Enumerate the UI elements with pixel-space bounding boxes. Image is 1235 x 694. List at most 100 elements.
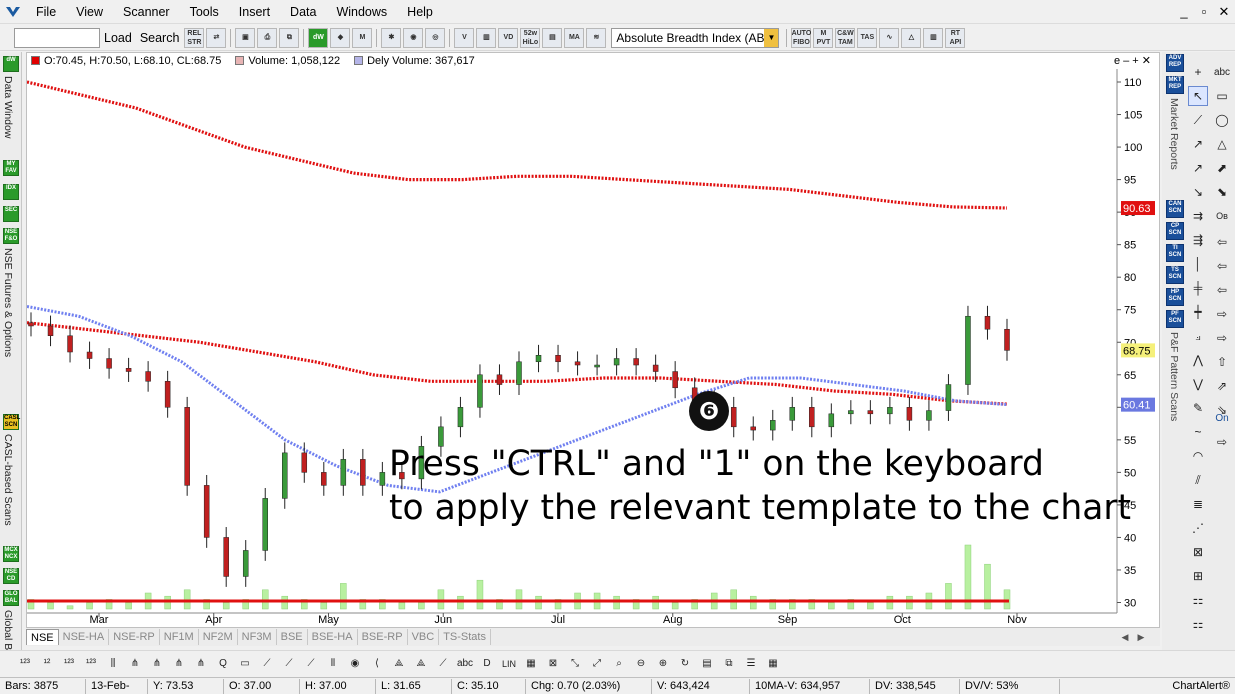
arc-tool-icon[interactable]: ⟨ — [367, 655, 387, 673]
price-chart[interactable]: 3035404550556065707580859095100105110Mar… — [27, 53, 1161, 629]
measure-icon[interactable]: ┿ — [1188, 302, 1208, 322]
rail-dw-button[interactable]: dW — [3, 56, 19, 72]
pf-scn-button[interactable]: PF SCN — [1166, 310, 1184, 328]
diamond-icon[interactable]: ◆ — [330, 27, 351, 48]
bars-color-icon[interactable]: ▥ — [923, 27, 944, 48]
zoom-in-icon[interactable]: ⊕ — [653, 655, 673, 673]
on-toggle[interactable]: On — [1212, 408, 1232, 428]
rail-myfav-button[interactable]: MY FAV — [3, 160, 19, 176]
fibo-2-icon[interactable]: ⟋ — [279, 655, 299, 673]
wave-tool-icon[interactable]: ~ — [1188, 422, 1208, 442]
tab-bse-rp[interactable]: BSE-RP — [358, 629, 408, 645]
global-tab[interactable]: Global B — [2, 610, 14, 650]
tab-bse-ha[interactable]: BSE-HA — [308, 629, 358, 645]
rail-sec-button[interactable]: SEC — [3, 206, 19, 222]
target-icon[interactable]: ◎ — [425, 27, 446, 48]
chart-panel[interactable]: 3035404550556065707580859095100105110Mar… — [26, 52, 1160, 628]
rectangle-icon[interactable]: ▭ — [1212, 86, 1232, 106]
triangle-icon[interactable]: △ — [1212, 134, 1232, 154]
rail-global-button[interactable]: GLO BAL — [3, 590, 19, 606]
arrow-diag-icon[interactable]: ⇗ — [1212, 376, 1232, 396]
menu-scanner[interactable]: Scanner — [113, 0, 180, 24]
ti-scn-button[interactable]: TI SCN — [1166, 244, 1184, 262]
save-icon[interactable]: ▣ — [235, 27, 256, 48]
arrow-up-tool-icon[interactable]: ⇧ — [1212, 352, 1232, 372]
rail-idx-button[interactable]: IDX — [3, 184, 19, 200]
market-reports-tab[interactable]: Market Reports — [1168, 98, 1180, 170]
grid-x-icon[interactable]: ⊠ — [1188, 542, 1208, 562]
bar-chart-icon[interactable]: ▥ — [476, 27, 497, 48]
chart-window-buttons[interactable]: e – + ✕ — [1114, 54, 1151, 67]
ma-button[interactable]: MA — [564, 27, 585, 48]
template-icon[interactable]: ▦ — [763, 655, 783, 673]
rail-casl-button[interactable]: CASL SCN — [3, 414, 20, 430]
menu-file[interactable]: File — [26, 0, 66, 24]
app-logo-icon[interactable] — [0, 0, 26, 24]
chart-mode-icon[interactable]: ⇄ — [206, 27, 227, 48]
fibo-grid-2-icon[interactable]: ⚏ — [1188, 614, 1208, 634]
chevron-down-icon[interactable]: ▼ — [764, 28, 779, 47]
numbers-4-icon[interactable]: ¹²³ — [81, 655, 101, 673]
fibo-grid-icon[interactable]: ⚏ — [1188, 590, 1208, 610]
tab-nse-rp[interactable]: NSE-RP — [109, 629, 160, 645]
fibo-3-icon[interactable]: ⟋ — [301, 655, 321, 673]
symbol-input[interactable] — [14, 27, 100, 48]
menu-view[interactable]: View — [66, 0, 113, 24]
tab-ts-stats[interactable]: TS-Stats — [439, 629, 491, 645]
tab-nf1m[interactable]: NF1M — [160, 629, 199, 645]
diag-icon[interactable]: ⤡ — [565, 655, 585, 673]
tas-button[interactable]: TAS — [857, 27, 878, 48]
grid-tool-icon[interactable]: ▦ — [521, 655, 541, 673]
cw-tam-button[interactable]: C&W TAM — [835, 27, 856, 48]
wave-count-icon[interactable]: Ов — [1212, 206, 1232, 226]
extend-sl-icon[interactable]: ↘ — [1188, 182, 1208, 202]
zoom-icon[interactable]: ⌕ — [609, 655, 629, 673]
triangle-2-icon[interactable]: ⟁ — [411, 655, 431, 673]
load-button[interactable]: Load — [100, 31, 136, 45]
arrow-right-2-icon[interactable]: ⇨ — [1212, 328, 1232, 348]
trend-icon[interactable]: ⟋ — [433, 655, 453, 673]
notes-icon[interactable]: ▤ — [697, 655, 717, 673]
q-icon[interactable]: Q — [213, 655, 233, 673]
cross-icon[interactable]: ⊠ — [543, 655, 563, 673]
close-button[interactable]: ✕ — [1216, 4, 1232, 20]
crosshair-icon[interactable]: + — [1188, 62, 1208, 82]
mkt-rep-button[interactable]: MKT REP — [1166, 76, 1184, 94]
arrow-right-icon[interactable]: ⇨ — [1212, 304, 1232, 324]
can-scn-button[interactable]: CAN SCN — [1166, 200, 1184, 218]
chevron-right-icon[interactable]: ▶ — [1134, 630, 1148, 644]
copy-tool-icon[interactable]: ⧉ — [719, 655, 739, 673]
vd-icon[interactable]: VD — [498, 27, 519, 48]
fan-icon[interactable]: ⟓ — [1188, 326, 1208, 346]
horizontal-line-icon[interactable]: ╪ — [1188, 278, 1208, 298]
gann-fan-icon[interactable]: ⋰ — [1188, 518, 1208, 538]
volume-icon[interactable]: V — [454, 27, 475, 48]
bars-icon[interactable]: ⫼ — [103, 655, 123, 673]
casl-scans-tab[interactable]: CASL-based Scans — [2, 434, 14, 526]
fibo-4-icon[interactable]: ⫴ — [323, 655, 343, 673]
fibo-lines-icon[interactable]: ≣ — [1188, 494, 1208, 514]
data-window-icon[interactable]: dW — [308, 27, 329, 48]
my-icon[interactable]: M — [352, 27, 373, 48]
ray-sl-icon[interactable]: ↗ — [1188, 158, 1208, 178]
ellipse-icon[interactable]: ◯ — [1212, 110, 1232, 130]
fibo-icon[interactable]: ⟋ — [257, 655, 277, 673]
d-icon[interactable]: D — [477, 655, 497, 673]
pf-pattern-scans-tab[interactable]: P&F Pattern Scans — [1168, 332, 1180, 421]
tab-nf3m[interactable]: NF3M — [238, 629, 277, 645]
minimize-button[interactable]: _ — [1176, 4, 1192, 19]
menu-windows[interactable]: Windows — [326, 0, 397, 24]
hp-scn-button[interactable]: HP SCN — [1166, 288, 1184, 306]
chevron-left-icon[interactable]: ◀ — [1118, 630, 1132, 644]
pitchfork-4-icon[interactable]: ⋔ — [191, 655, 211, 673]
copy-icon[interactable]: ⧉ — [279, 27, 300, 48]
print-icon[interactable]: ⎙ — [257, 27, 278, 48]
zigzag-icon[interactable]: ⋁ — [1188, 374, 1208, 394]
zoom-out-icon[interactable]: ⊖ — [631, 655, 651, 673]
rel-str-button[interactable]: REL STR — [184, 27, 205, 48]
ts-scn-button[interactable]: TS SCN — [1166, 266, 1184, 284]
pitchfork-2-icon[interactable]: ⋔ — [147, 655, 167, 673]
arrow-left-icon[interactable]: ⇦ — [1212, 232, 1232, 252]
rail-nse-cd-button[interactable]: NSE CD — [3, 568, 19, 584]
speed-lines-icon[interactable]: ⫽ — [1188, 470, 1208, 490]
